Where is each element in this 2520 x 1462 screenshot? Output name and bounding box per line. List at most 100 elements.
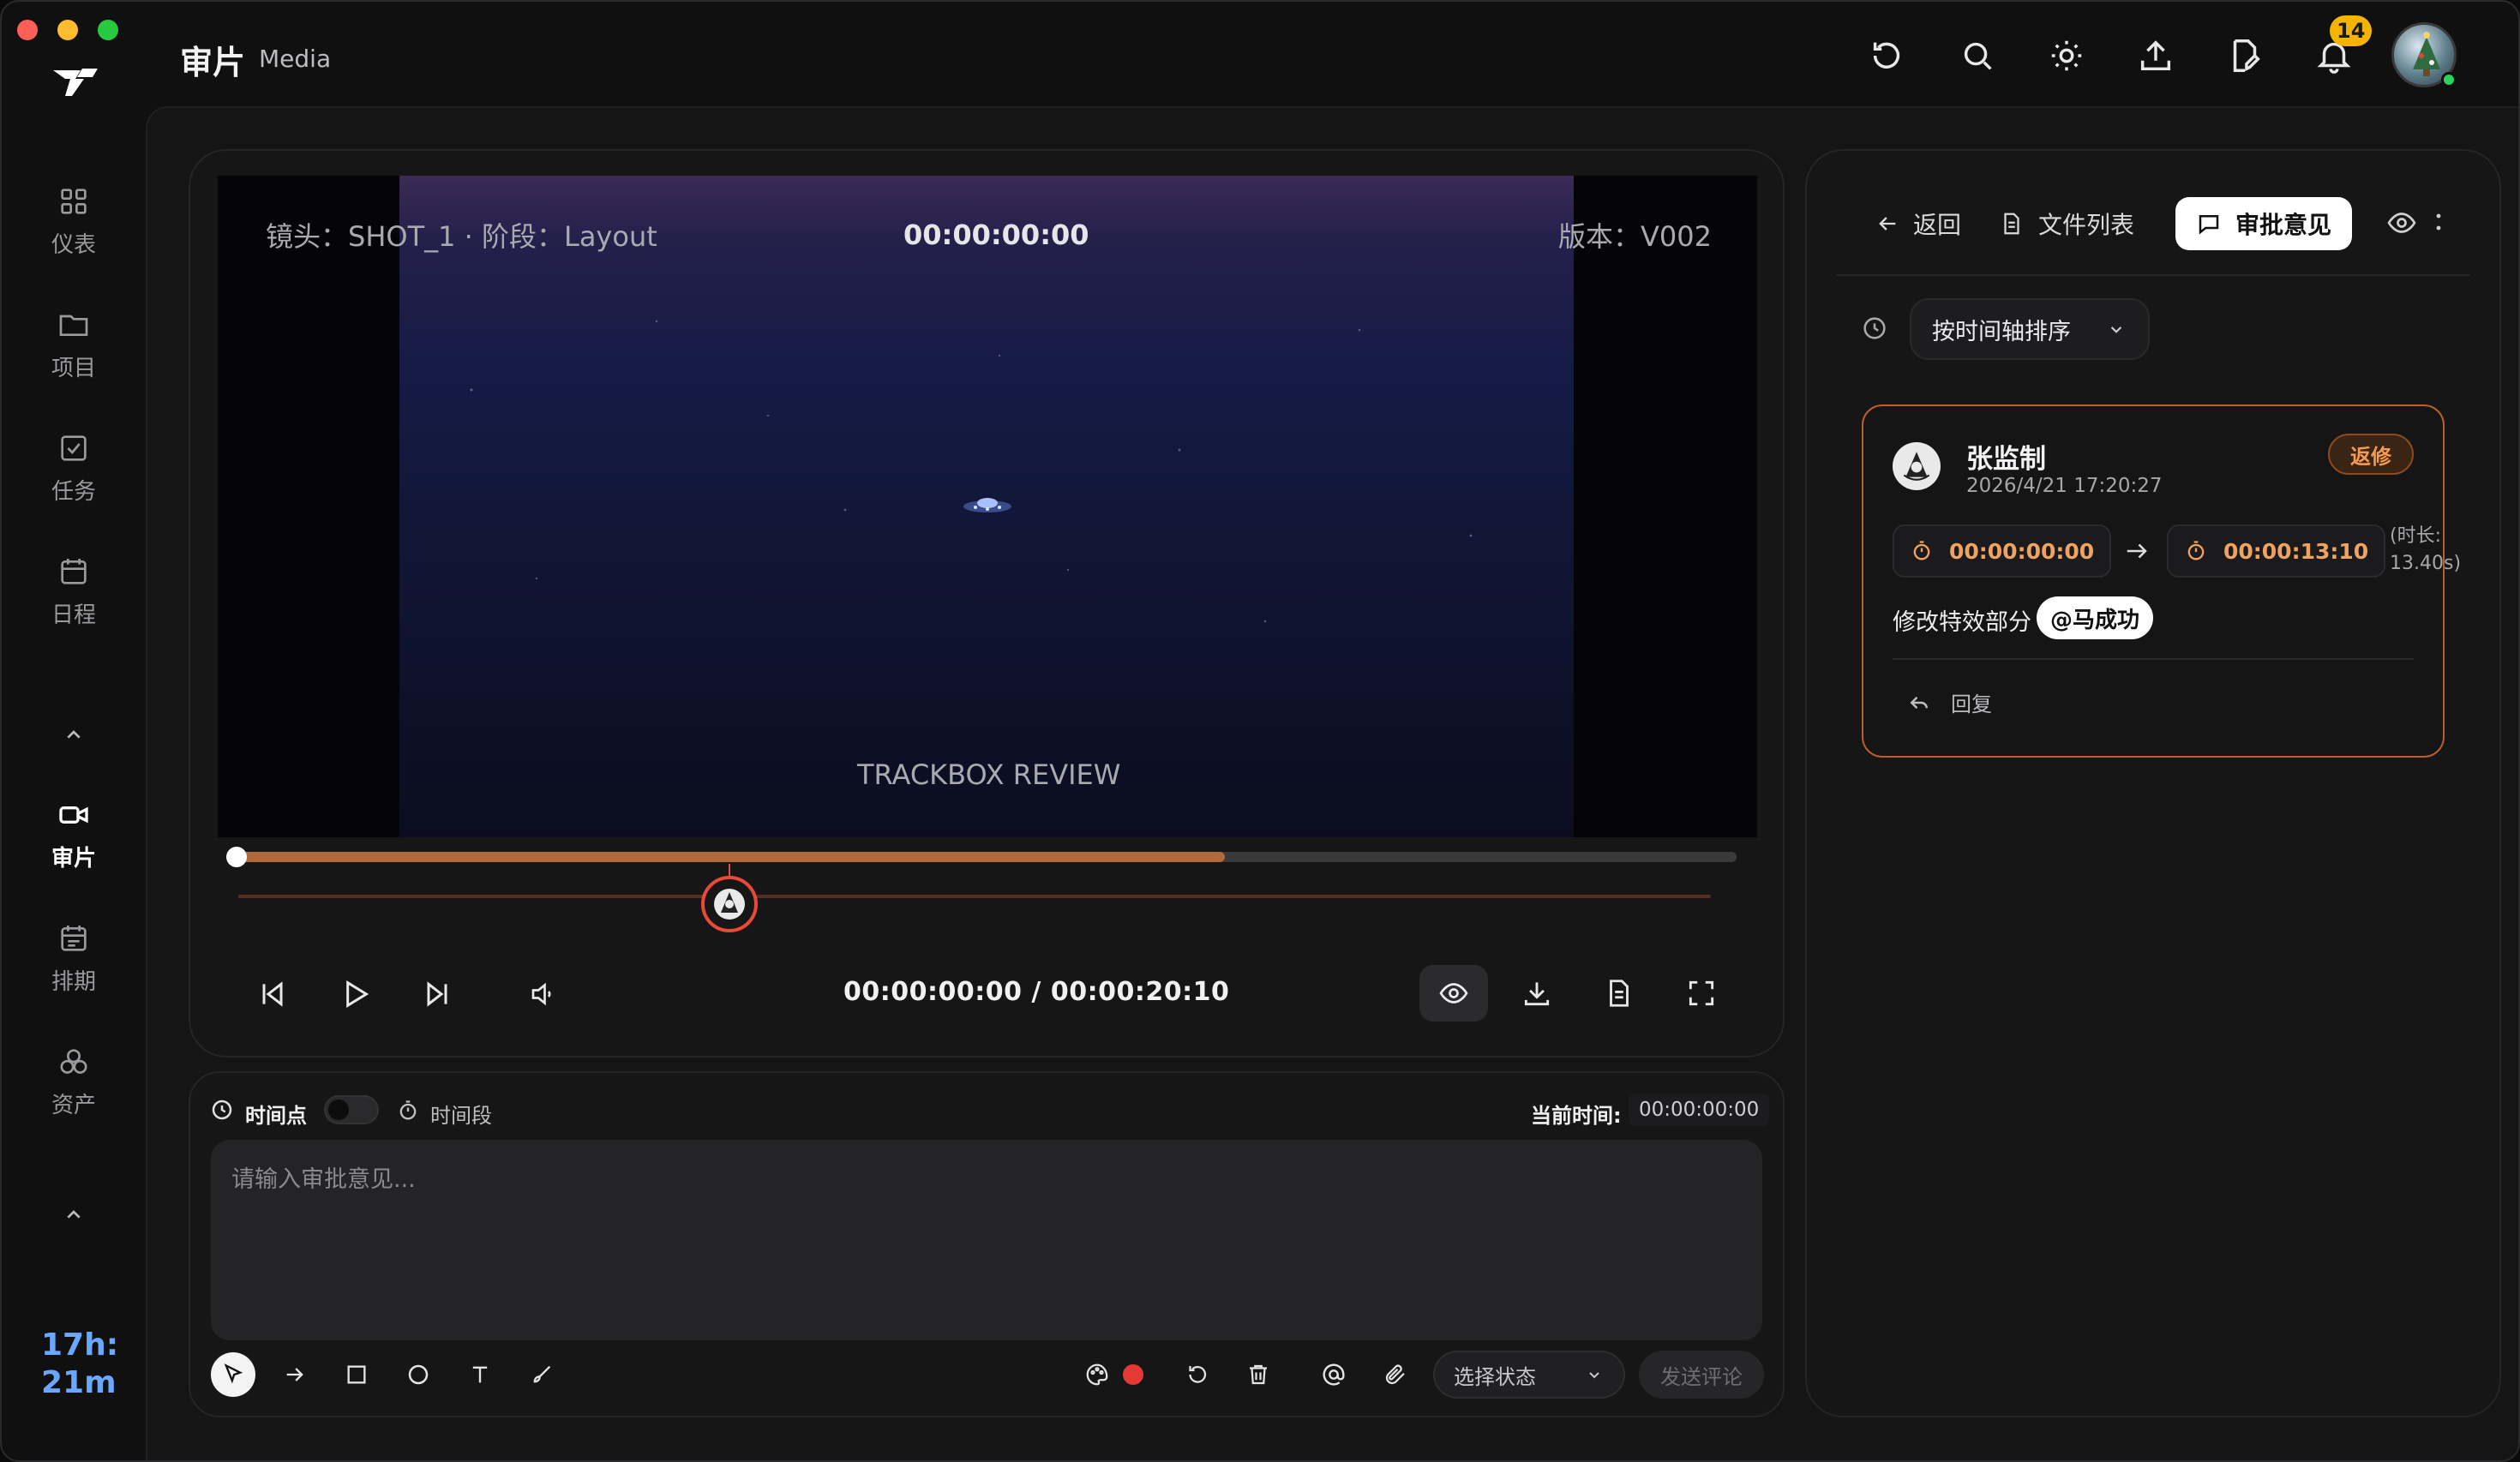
video-camera-icon [59, 806, 88, 824]
sidebar-item-label: 日程 [51, 602, 96, 628]
attachment-button[interactable] [1373, 1352, 1418, 1397]
comment-duration: (时长: 13.40s) [2390, 523, 2461, 578]
reply-label: 回复 [1951, 692, 1992, 716]
folder-icon [59, 315, 88, 336]
time-mode-toggle[interactable] [324, 1095, 379, 1124]
back-button[interactable]: 返回 [1875, 197, 1961, 250]
status-select-value: 选择状态 [1454, 1364, 1536, 1389]
back-label: 返回 [1913, 211, 1962, 239]
skip-previous-icon[interactable] [255, 977, 290, 1011]
document-icon[interactable] [1603, 977, 1635, 1010]
sidebar-item-projects[interactable]: 项目 [31, 300, 117, 389]
sort-select[interactable]: 按时间轴排序 [1910, 298, 2150, 360]
document-edit-icon[interactable] [2225, 36, 2265, 75]
play-icon[interactable] [338, 977, 372, 1011]
tab-comments[interactable]: 审批意见 [2175, 197, 2353, 250]
download-icon[interactable] [1521, 977, 1553, 1010]
sidebar-item-label: 项目 [51, 355, 96, 381]
collapse-chevron-up-icon[interactable] [60, 722, 87, 749]
comment-icon [2199, 215, 2219, 235]
theme-sun-icon[interactable] [2047, 36, 2086, 75]
more-options-icon[interactable] [2436, 211, 2441, 235]
select-tool-button[interactable] [211, 1352, 255, 1397]
eye-icon[interactable] [2386, 207, 2417, 238]
sidebar-item-schedule[interactable]: 日程 [31, 547, 117, 636]
history-clock-icon [1860, 314, 1889, 343]
work-timer-hours: 17h: [41, 1327, 119, 1363]
sidebar-item-dashboard[interactable]: 仪表 [31, 177, 117, 266]
tab-file-list-label: 文件列表 [2038, 211, 2135, 239]
skip-next-icon[interactable] [420, 977, 454, 1011]
reply-button[interactable]: 回复 [1906, 687, 1992, 717]
chevron-down-icon [1589, 1372, 1599, 1379]
annotation-visibility-button[interactable] [1419, 965, 1488, 1022]
text-tool-button[interactable] [458, 1352, 502, 1397]
sidebar-item-label: 审片 [51, 845, 96, 872]
clock-icon [209, 1097, 235, 1123]
sidebar-item-planning[interactable]: 排期 [31, 914, 117, 1003]
stopwatch-icon [2187, 541, 2205, 560]
fullscreen-icon[interactable] [1685, 977, 1718, 1010]
arrow-right-icon [2122, 538, 2151, 564]
rectangle-tool-button[interactable] [334, 1352, 379, 1397]
sidebar-item-review[interactable]: 审片 [31, 790, 117, 879]
volume-icon[interactable] [528, 979, 559, 1010]
comment-text: 修改特效部分 [1893, 609, 2031, 636]
sidebar-item-label: 任务 [51, 478, 96, 505]
divider [1836, 274, 2470, 276]
current-time-value: 00:00:00:00 [1629, 1094, 1770, 1126]
comment-marker[interactable] [701, 876, 758, 932]
comment-end-time[interactable]: 00:00:13:10 [2167, 524, 2386, 578]
time-range-label: 时间段 [430, 1104, 492, 1128]
square-icon [347, 1365, 366, 1384]
stopwatch-icon [396, 1099, 420, 1123]
stopwatch-icon [1913, 541, 1930, 560]
playback-timecode: 00:00:00:00 / 00:00:20:10 [843, 977, 1230, 1007]
arrow-left-icon [1879, 217, 1896, 231]
chevron-down-icon [2110, 327, 2122, 333]
comment-end-time-value: 00:00:13:10 [2223, 538, 2369, 564]
tab-file-list[interactable]: 文件列表 [1999, 197, 2134, 250]
circle-tool-button[interactable] [396, 1352, 441, 1397]
divider [1893, 658, 2414, 660]
search-icon[interactable] [1958, 36, 1997, 75]
version-overlay: 版本：V002 [1558, 220, 1712, 253]
sidebar-item-assets[interactable]: 资产 [31, 1037, 117, 1126]
comment-start-time[interactable]: 00:00:00:00 [1893, 524, 2112, 578]
refresh-icon[interactable] [1867, 36, 1906, 75]
mention-chip[interactable]: @马成功 [2037, 596, 2154, 639]
sort-select-value: 按时间轴排序 [1932, 318, 2071, 345]
calendar-list-icon [61, 925, 87, 951]
mention-button[interactable] [1311, 1352, 1356, 1397]
comment-input[interactable] [211, 1140, 1762, 1340]
page-title: 审片 [180, 44, 246, 81]
video-frame [399, 176, 1574, 837]
status-badge: 返修 [2328, 434, 2414, 475]
sidebar-item-tasks[interactable]: 任务 [31, 423, 117, 512]
progress-bar[interactable] [231, 852, 1737, 862]
comment-duration-label: (时长: [2390, 525, 2441, 547]
watermark-text: TRACKBOX REVIEW [857, 758, 1121, 791]
timepoint-label: 时间点 [245, 1104, 307, 1128]
brush-tool-button[interactable] [519, 1352, 564, 1397]
collapse-chevron-up-icon[interactable] [60, 1201, 87, 1229]
sidebar-item-label: 仪表 [51, 231, 96, 258]
progress-buffered-fill [231, 852, 1225, 862]
playhead-handle[interactable] [226, 847, 247, 867]
comment-start-time-value: 00:00:00:00 [1949, 538, 2095, 564]
color-palette-button[interactable] [1075, 1352, 1119, 1397]
video-viewport[interactable]: 镜头：SHOT_1 · 阶段：Layout 00:00:00:00 版本：V00… [218, 176, 1757, 837]
trash-icon [1250, 1364, 1267, 1385]
send-comment-button[interactable]: 发送评论 [1639, 1351, 1764, 1399]
status-select[interactable]: 选择状态 [1433, 1351, 1625, 1399]
delete-button[interactable] [1236, 1352, 1281, 1397]
comment-marker-track [238, 895, 1711, 898]
upload-icon[interactable] [2136, 36, 2175, 75]
undo-button[interactable] [1174, 1352, 1219, 1397]
text-icon [472, 1366, 488, 1383]
at-sign-icon [1323, 1363, 1345, 1386]
checkbox-icon [61, 434, 87, 461]
avatar [1893, 442, 1941, 490]
selected-color-swatch[interactable] [1123, 1364, 1143, 1385]
arrow-tool-button[interactable] [273, 1352, 317, 1397]
